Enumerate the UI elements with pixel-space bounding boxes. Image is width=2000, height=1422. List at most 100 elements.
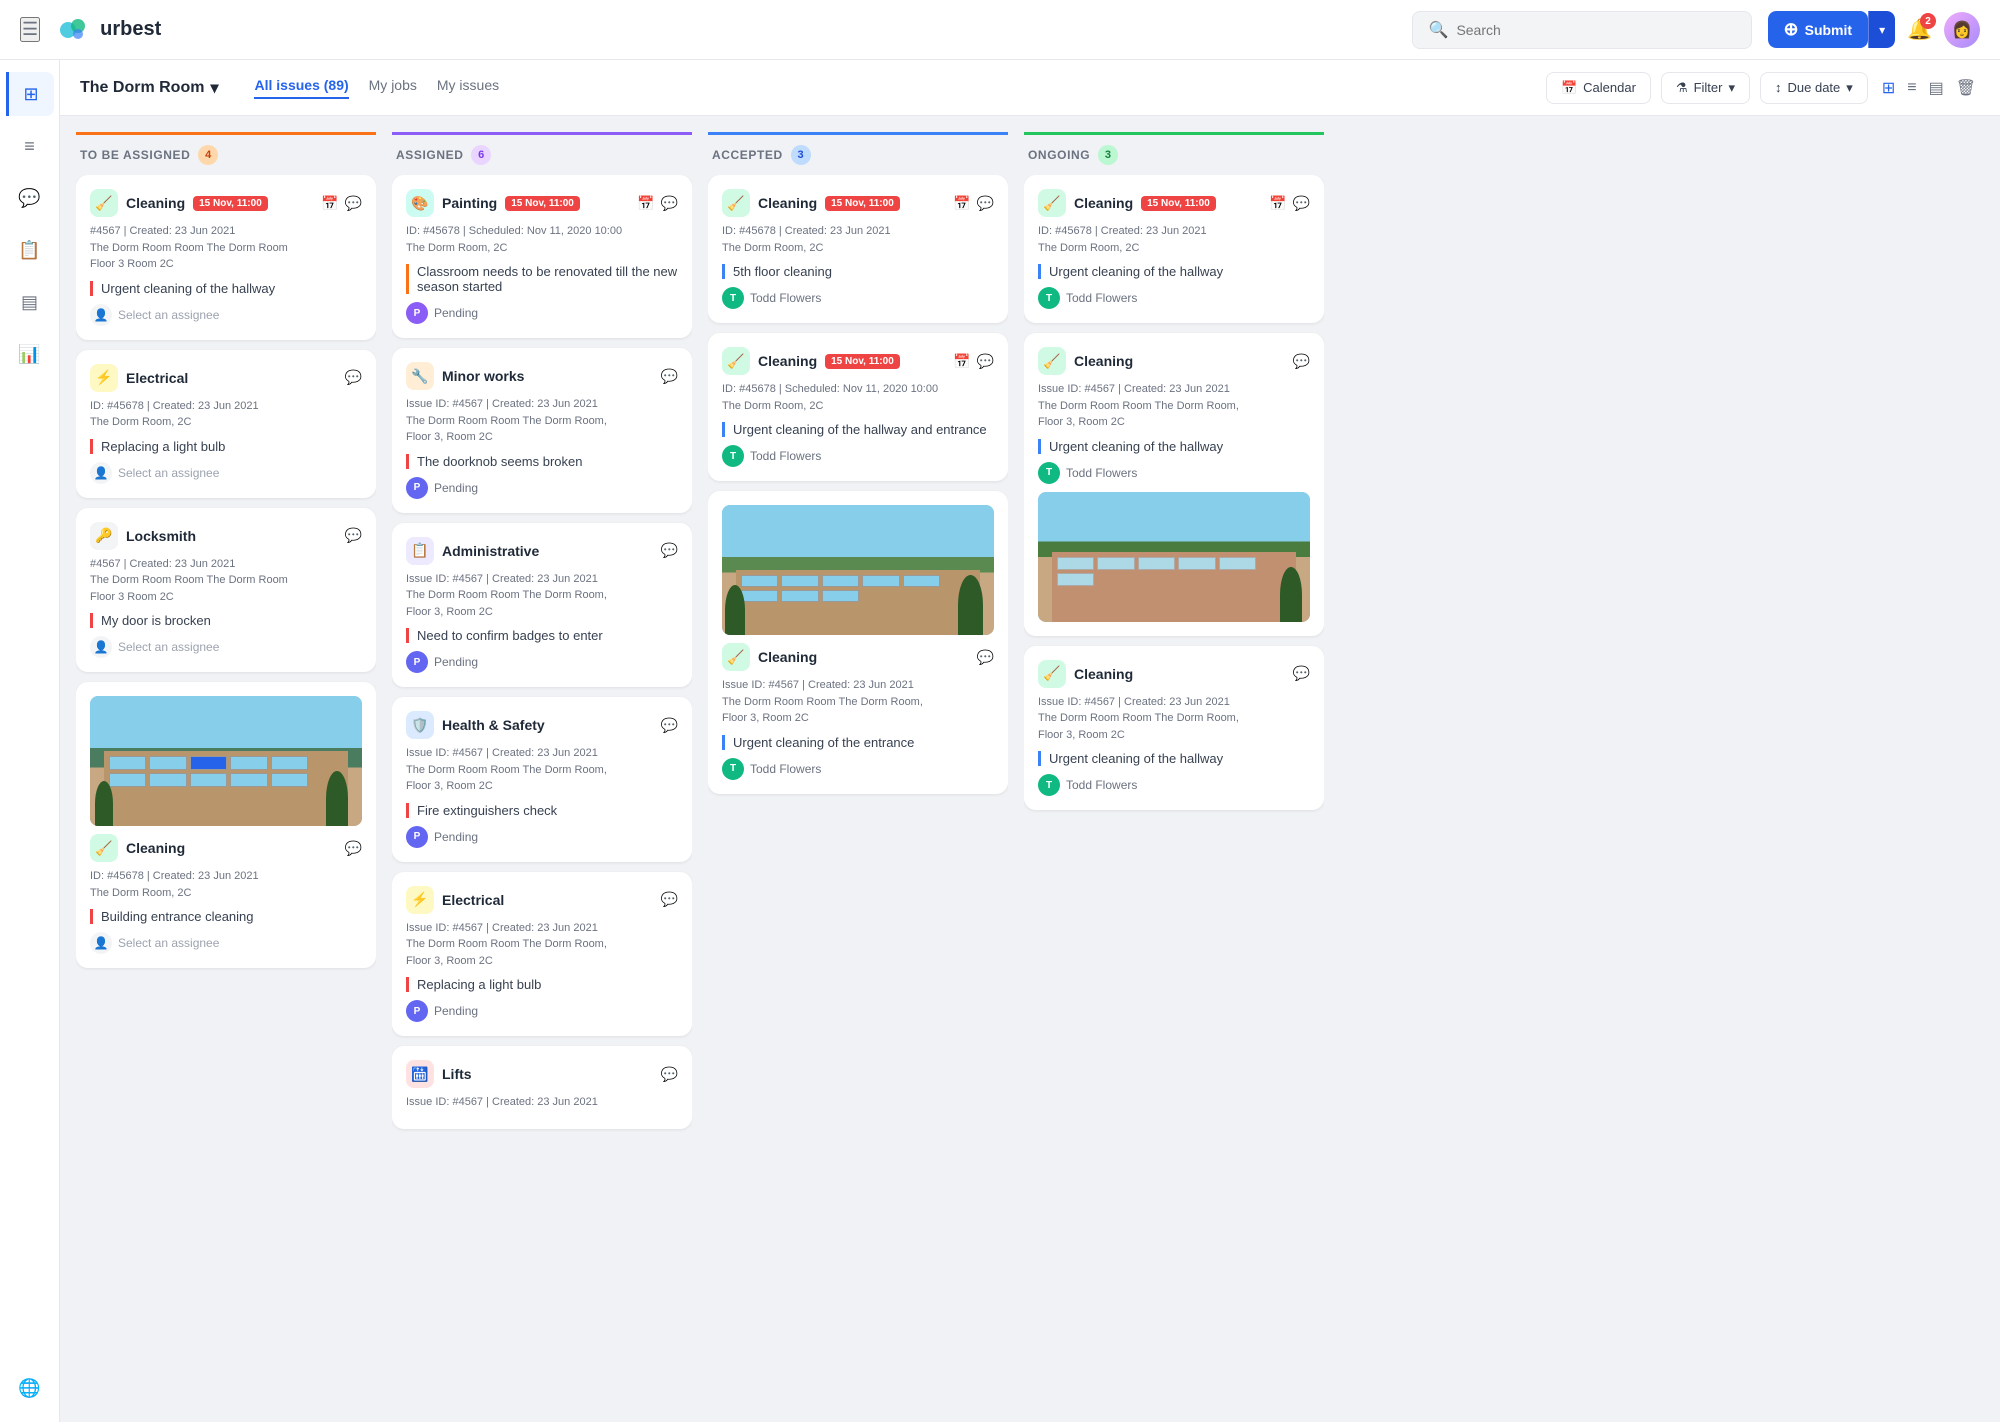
card-c15-title: Cleaning [1074, 353, 1133, 369]
card-c13[interactable]: 🧹 Cleaning 💬 Issue ID: #4567 | Created: … [708, 491, 1008, 794]
subnav: The Dorm Room ▾ All issues (89) My jobs … [60, 60, 2000, 116]
card-c15[interactable]: 🧹 Cleaning 💬 Issue ID: #4567 | Created: … [1024, 333, 1324, 636]
chat-icon-6[interactable]: 💬 [661, 368, 678, 385]
table-icon: ▤ [21, 292, 38, 313]
card-c15-icon: 🧹 [1038, 347, 1066, 375]
search-bar[interactable]: 🔍 [1412, 11, 1752, 49]
card-c8-icon: 🛡️ [406, 711, 434, 739]
card-c15-actions: 💬 [1293, 353, 1310, 370]
sidebar-item-list[interactable]: ≡ [8, 124, 52, 168]
card-c5-tag: 15 Nov, 11:00 [505, 196, 580, 211]
chat-icon-15[interactable]: 💬 [1293, 353, 1310, 370]
sort-button[interactable]: ↕ Due date ▾ [1760, 72, 1868, 104]
chat-icon-12[interactable]: 💬 [977, 353, 994, 370]
card-c4-assignee-select[interactable]: 👤 Select an assignee [90, 932, 362, 954]
avatar[interactable]: 👩 [1944, 12, 1980, 48]
card-c11[interactable]: 🧹 Cleaning 15 Nov, 11:00 📅 💬 ID: #45678 … [708, 175, 1008, 323]
calendar-button[interactable]: 📅 Calendar [1546, 72, 1651, 104]
project-title[interactable]: The Dorm Room ▾ [80, 78, 218, 98]
calendar-icon-5[interactable]: 📅 [637, 195, 654, 212]
chat-icon-8[interactable]: 💬 [661, 717, 678, 734]
chat-icon-5[interactable]: 💬 [661, 195, 678, 212]
card-c12[interactable]: 🧹 Cleaning 15 Nov, 11:00 📅 💬 ID: #45678 … [708, 333, 1008, 481]
sidebar-item-chat[interactable]: 💬 [8, 176, 52, 220]
card-c2[interactable]: ⚡ Electrical 💬 ID: #45678 | Created: 23 … [76, 350, 376, 498]
chat-icon-13[interactable]: 💬 [977, 649, 994, 666]
calendar-action-icon[interactable]: 📅 [321, 195, 338, 212]
card-c6-title: Minor works [442, 368, 524, 384]
list-view-button[interactable]: ≡ [1903, 75, 1920, 101]
card-c13-icon: 🧹 [722, 643, 750, 671]
card-c5-status: P Pending [406, 302, 678, 324]
chat-action-icon-4[interactable]: 💬 [345, 840, 362, 857]
search-input[interactable] [1456, 22, 1734, 38]
col-header-assigned: ASSIGNED 6 [392, 132, 692, 175]
card-c8[interactable]: 🛡️ Health & Safety 💬 Issue ID: #4567 | C… [392, 697, 692, 862]
card-c5-header: 🎨 Painting 15 Nov, 11:00 📅 💬 [406, 189, 678, 217]
table-view-button[interactable]: ▤ [1925, 74, 1948, 102]
tab-all-issues[interactable]: All issues (89) [254, 77, 348, 99]
sort-icon: ↕ [1775, 80, 1782, 95]
chat-icon-9[interactable]: 💬 [661, 891, 678, 908]
calendar-icon-11[interactable]: 📅 [953, 195, 970, 212]
card-c7[interactable]: 📋 Administrative 💬 Issue ID: #4567 | Cre… [392, 523, 692, 688]
sidebar-item-chart[interactable]: 📊 [8, 332, 52, 376]
card-c4-icon: 🧹 [90, 834, 118, 862]
logo-text: urbest [100, 18, 161, 41]
chat-action-icon[interactable]: 💬 [345, 195, 362, 212]
chat-icon-14[interactable]: 💬 [1293, 195, 1310, 212]
card-c9[interactable]: ⚡ Electrical 💬 Issue ID: #4567 | Created… [392, 872, 692, 1037]
card-c11-tag: 15 Nov, 11:00 [825, 196, 900, 211]
card-c16-title: Cleaning [1074, 666, 1133, 682]
card-c14[interactable]: 🧹 Cleaning 15 Nov, 11:00 📅 💬 ID: #45678 … [1024, 175, 1324, 323]
col-header-ongoing: ONGOING 3 [1024, 132, 1324, 175]
col-body-ongoing: 🧹 Cleaning 15 Nov, 11:00 📅 💬 ID: #45678 … [1024, 175, 1324, 826]
card-c12-header: 🧹 Cleaning 15 Nov, 11:00 📅 💬 [722, 347, 994, 375]
card-c3[interactable]: 🔑 Locksmith 💬 #4567 | Created: 23 Jun 20… [76, 508, 376, 673]
card-c12-desc: Urgent cleaning of the hallway and entra… [722, 422, 994, 437]
sidebar-item-globe[interactable]: 🌐 [8, 1366, 52, 1410]
filter-button[interactable]: ⚗ Filter ▾ [1661, 72, 1750, 104]
card-c7-title-row: 📋 Administrative [406, 537, 539, 565]
submit-dropdown-button[interactable]: ▾ [1868, 11, 1895, 48]
card-c12-meta: ID: #45678 | Scheduled: Nov 11, 2020 10:… [722, 381, 994, 414]
calendar-icon-14[interactable]: 📅 [1269, 195, 1286, 212]
notifications-button[interactable]: 🔔 2 [1907, 17, 1932, 42]
hamburger-button[interactable]: ☰ [20, 17, 40, 42]
card-c1-assignee-select[interactable]: 👤 Select an assignee [90, 304, 362, 326]
card-c10[interactable]: 🛗 Lifts 💬 Issue ID: #4567 | Created: 23 … [392, 1046, 692, 1129]
card-c7-title: Administrative [442, 543, 539, 559]
chat-icon-7[interactable]: 💬 [661, 542, 678, 559]
card-c3-assignee-select[interactable]: 👤 Select an assignee [90, 636, 362, 658]
submit-btn-group: ⊕ Submit ▾ [1768, 11, 1896, 48]
assignee-avatar-6: P [406, 477, 428, 499]
card-c4[interactable]: 🧹 Cleaning 💬 ID: #45678 | Created: 23 Ju… [76, 682, 376, 968]
card-c13-title-row: 🧹 Cleaning [722, 643, 817, 671]
tab-my-issues[interactable]: My issues [437, 77, 499, 99]
grid-view-button[interactable]: ⊞ [1878, 74, 1899, 102]
chat-action-icon-3[interactable]: 💬 [345, 527, 362, 544]
delete-view-button[interactable]: 🗑 [1952, 74, 1980, 102]
card-c3-icon: 🔑 [90, 522, 118, 550]
notif-badge: 2 [1920, 13, 1936, 29]
submit-button[interactable]: ⊕ Submit [1768, 11, 1869, 48]
view-toggles: ⊞ ≡ ▤ 🗑 [1878, 74, 1980, 102]
chat-action-icon-2[interactable]: 💬 [345, 369, 362, 386]
sidebar-item-grid[interactable]: ⊞ [6, 72, 54, 116]
chat-icon-10[interactable]: 💬 [661, 1066, 678, 1083]
sidebar-item-table[interactable]: ▤ [8, 280, 52, 324]
card-c5[interactable]: 🎨 Painting 15 Nov, 11:00 📅 💬 ID: #45678 … [392, 175, 692, 338]
tab-my-jobs[interactable]: My jobs [369, 77, 417, 99]
card-c16[interactable]: 🧹 Cleaning 💬 Issue ID: #4567 | Created: … [1024, 646, 1324, 811]
card-c1[interactable]: 🧹 Cleaning 15 Nov, 11:00 📅 💬 #4567 | Cre… [76, 175, 376, 340]
sidebar-item-book[interactable]: 📋 [8, 228, 52, 272]
card-c2-assignee-select[interactable]: 👤 Select an assignee [90, 462, 362, 484]
card-c9-meta: Issue ID: #4567 | Created: 23 Jun 2021Th… [406, 920, 678, 970]
chat-icon-16[interactable]: 💬 [1293, 665, 1310, 682]
card-c6[interactable]: 🔧 Minor works 💬 Issue ID: #4567 | Create… [392, 348, 692, 513]
column-assigned: ASSIGNED 6 🎨 Painting 15 Nov, 11:00 📅 💬 [392, 132, 692, 1406]
card-c5-meta: ID: #45678 | Scheduled: Nov 11, 2020 10:… [406, 223, 678, 256]
chat-icon-11[interactable]: 💬 [977, 195, 994, 212]
card-c14-actions: 📅 💬 [1269, 195, 1310, 212]
calendar-icon-12[interactable]: 📅 [953, 353, 970, 370]
